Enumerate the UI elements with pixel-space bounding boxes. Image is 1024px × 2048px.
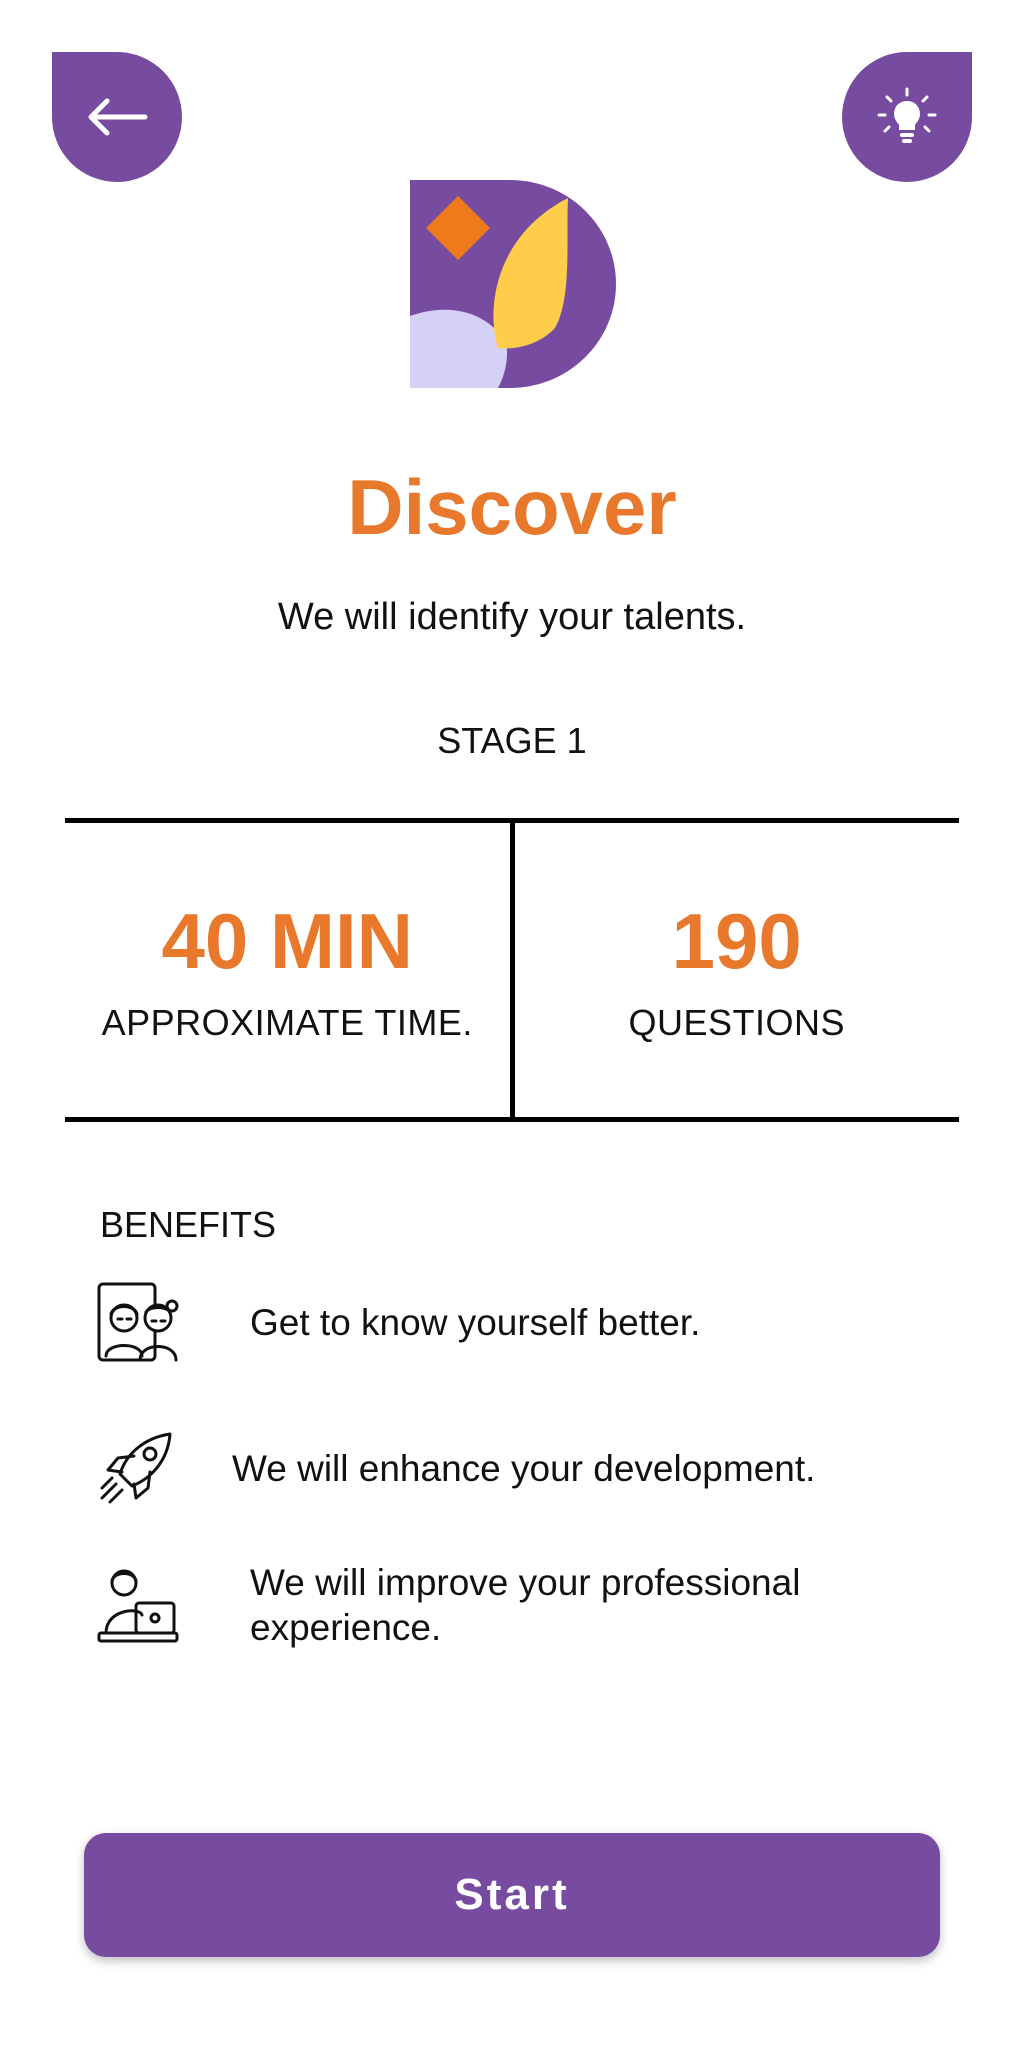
benefit-item: We will improve your professional experi… (96, 1560, 956, 1650)
start-button[interactable]: Start (84, 1833, 940, 1957)
rocket-icon (100, 1432, 172, 1504)
page-subtitle: We will identify your talents. (277, 596, 747, 638)
stats-panel: 40 MIN APPROXIMATE TIME. 190 QUESTIONS (65, 818, 959, 1122)
stat-questions-label: QUESTIONS (628, 1002, 846, 1043)
stat-time-label: APPROXIMATE TIME. (101, 1002, 473, 1043)
stage-label: STAGE 1 (437, 720, 587, 761)
friends-icon (97, 1282, 179, 1362)
stat-time-value: 40 MIN (161, 897, 413, 985)
hint-button[interactable] (842, 52, 972, 182)
stat-questions: 190 QUESTIONS (509, 823, 960, 1117)
benefit-text: Get to know yourself better. (250, 1301, 701, 1343)
professional-laptop-icon (97, 1569, 179, 1643)
benefit-text: We will enhance your development. (232, 1447, 816, 1489)
lightbulb-icon (877, 87, 937, 143)
benefit-text: We will improve your professional experi… (250, 1562, 801, 1648)
benefit-item: Get to know yourself better. (96, 1280, 956, 1364)
discover-logo (410, 180, 616, 388)
arrow-left-icon (88, 98, 148, 136)
back-button[interactable] (52, 52, 182, 182)
benefits-heading: BENEFITS (100, 1204, 277, 1245)
stat-time: 40 MIN APPROXIMATE TIME. (65, 823, 510, 1117)
page-title: Discover (347, 463, 677, 551)
benefit-item: We will enhance your development. (96, 1426, 956, 1510)
stat-questions-value: 190 (671, 897, 802, 985)
